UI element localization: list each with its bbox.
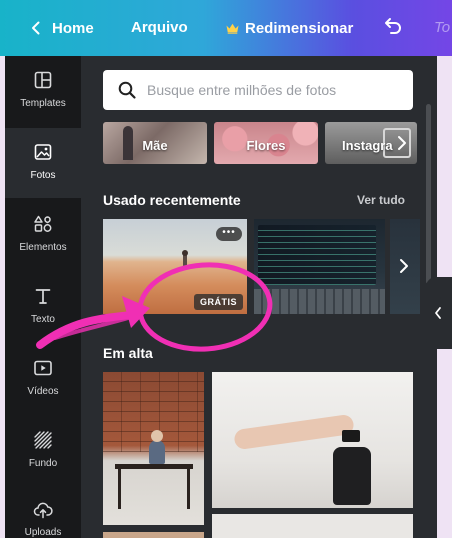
free-badge: GRÁTIS	[194, 294, 244, 310]
collapse-panel-button[interactable]	[426, 277, 452, 349]
recent-photo-desert[interactable]: ••• GRÁTIS	[103, 219, 247, 314]
sidebar-item-videos[interactable]: Vídeos	[5, 344, 81, 414]
undo-icon[interactable]	[383, 16, 403, 36]
category-chip-flores[interactable]: Flores	[214, 122, 318, 164]
layout-icon	[34, 71, 52, 89]
see-all-link[interactable]: Ver tudo	[357, 193, 405, 207]
photo-person	[149, 440, 165, 464]
photo-person-head	[151, 430, 163, 442]
search-input[interactable]: Busque entre milhões de fotos	[103, 70, 413, 110]
category-carousel: Mãe Flores Instagra	[103, 122, 417, 164]
photo-pump	[342, 430, 360, 442]
sidebar-item-templates[interactable]: Templates	[5, 56, 81, 126]
category-label: Flores	[246, 138, 286, 153]
trending-photo-next[interactable]	[212, 514, 413, 538]
scrollbar-thumb[interactable]	[426, 104, 431, 284]
sidebar-item-label: Elementos	[19, 242, 67, 253]
category-label: Mãe	[142, 138, 168, 153]
photo-desk-leg	[118, 469, 121, 509]
photo-hand	[233, 413, 355, 451]
pattern-icon	[34, 431, 52, 449]
trending-photo-next[interactable]	[103, 532, 204, 538]
search-placeholder: Busque entre milhões de fotos	[147, 82, 337, 98]
truncated-menu-label[interactable]: To	[434, 19, 450, 36]
sidebar-item-uploads[interactable]: Uploads	[5, 488, 81, 538]
photo-screen	[258, 225, 376, 285]
text-icon	[35, 289, 51, 304]
image-icon	[34, 144, 52, 160]
crown-icon	[226, 23, 239, 34]
sidebar-item-elementos[interactable]: Elementos	[5, 200, 81, 270]
photos-panel: Busque entre milhões de fotos Mãe Flores…	[81, 56, 437, 538]
file-menu-button[interactable]: Arquivo	[131, 19, 188, 36]
home-button[interactable]: Home	[28, 17, 94, 39]
search-icon	[118, 81, 136, 99]
shapes-icon	[34, 215, 52, 232]
sidebar-item-label: Fundo	[28, 458, 58, 469]
video-icon	[34, 360, 52, 376]
sidebar-item-fundo[interactable]: Fundo	[5, 416, 81, 486]
sidebar-item-label: Templates	[20, 98, 66, 109]
chevron-left-icon	[435, 307, 441, 319]
photo-figure-head	[182, 250, 188, 256]
category-chip-mae[interactable]: Mãe	[103, 122, 207, 164]
photo-desk-leg	[187, 469, 190, 509]
sidebar-item-label: Fotos	[30, 170, 56, 181]
trending-photo-desk[interactable]	[103, 372, 204, 525]
photo-desk	[115, 464, 193, 469]
photo-soap-bottle	[333, 447, 371, 505]
chevron-right-icon[interactable]	[397, 258, 411, 274]
sidebar-item-label: Texto	[31, 314, 55, 325]
photo-keyboard	[254, 289, 385, 314]
resize-label: Redimensionar	[245, 19, 354, 37]
sidebar-item-label: Vídeos	[27, 386, 59, 397]
left-rail: Templates Fotos Elementos Texto Vídeos F…	[5, 56, 81, 538]
chevron-left-icon	[32, 21, 40, 35]
resize-button[interactable]: Redimensionar	[226, 17, 353, 39]
chevron-right-icon[interactable]	[395, 135, 409, 151]
sidebar-item-fotos[interactable]: Fotos	[5, 128, 81, 198]
home-label: Home	[52, 19, 94, 37]
cloud-upload-icon	[33, 502, 53, 519]
more-options-icon[interactable]: •••	[216, 227, 242, 241]
section-title-trending: Em alta	[103, 345, 153, 361]
top-bar: Home Arquivo Redimensionar To	[0, 0, 452, 56]
trending-photo-soap[interactable]	[212, 372, 413, 508]
recent-photo-laptop[interactable]	[254, 219, 385, 314]
section-title-recent: Usado recentemente	[103, 192, 241, 208]
sidebar-item-label: Uploads	[24, 527, 62, 538]
sidebar-item-texto[interactable]: Texto	[5, 272, 81, 342]
